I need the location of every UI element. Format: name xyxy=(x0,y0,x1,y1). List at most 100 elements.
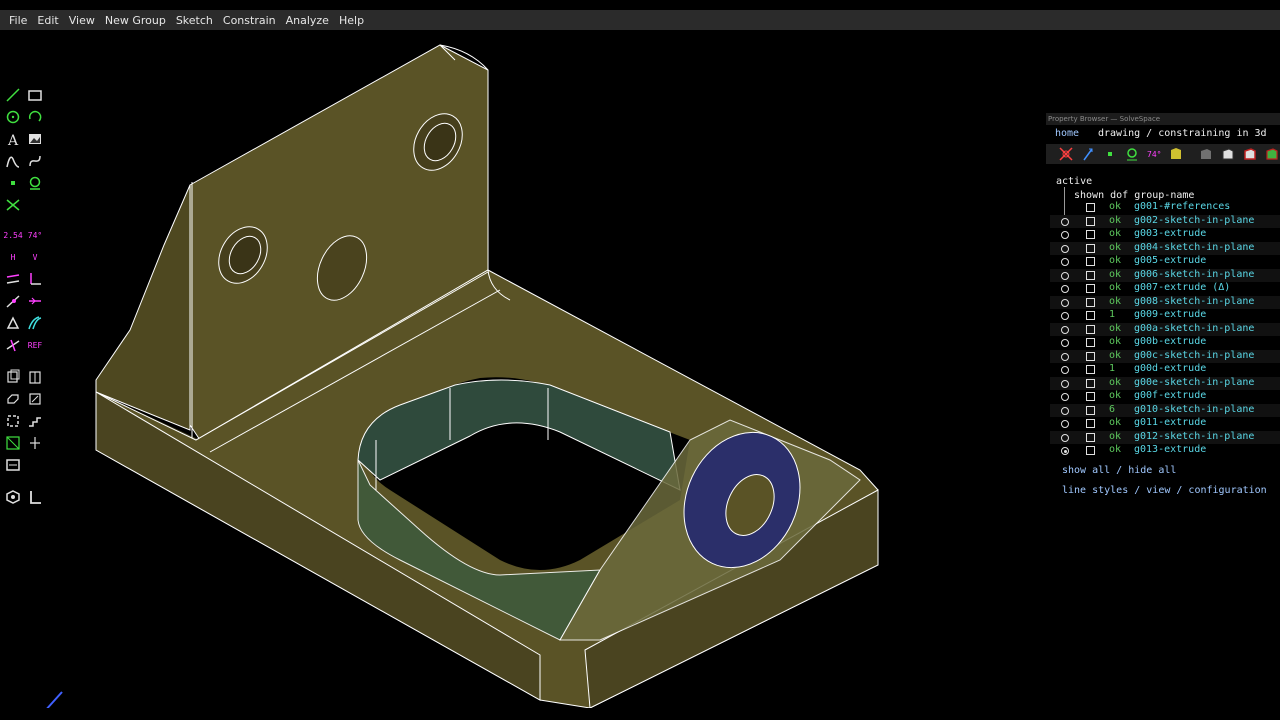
active-group-radio[interactable] xyxy=(1061,325,1069,334)
link-file-icon[interactable] xyxy=(4,456,22,474)
group-name-link[interactable]: g004-sketch-in-plane xyxy=(1134,242,1254,253)
circle-tool-icon[interactable] xyxy=(4,108,22,126)
group-name-link[interactable]: g00c-sketch-in-plane xyxy=(1134,350,1254,361)
in-workplane-icon[interactable] xyxy=(4,434,22,452)
arc-tool-icon[interactable] xyxy=(26,108,44,126)
bezier-tool-icon[interactable] xyxy=(26,152,44,170)
group-row[interactable]: ok g008-sketch-in-plane xyxy=(1050,295,1280,309)
nearest-iso-icon[interactable] xyxy=(4,488,22,506)
show-constraints-icon[interactable]: 74° xyxy=(1146,146,1162,162)
shown-checkbox[interactable] xyxy=(1086,324,1095,334)
group-row[interactable]: ok g011-extrude xyxy=(1050,417,1280,431)
tangent-arc-tool-icon[interactable] xyxy=(4,152,22,170)
group-name-link[interactable]: g009-extrude xyxy=(1134,309,1206,320)
menu-constrain[interactable]: Constrain xyxy=(218,14,281,27)
menu-view[interactable]: View xyxy=(64,14,100,27)
active-group-radio[interactable] xyxy=(1061,352,1069,361)
shown-checkbox[interactable] xyxy=(1086,405,1095,415)
vertical-constraint-icon[interactable]: V xyxy=(26,248,44,266)
group-row[interactable]: ok g00f-extrude xyxy=(1050,390,1280,404)
step-rotate-icon[interactable] xyxy=(4,412,22,430)
home-link[interactable]: home xyxy=(1055,128,1079,139)
group-name-link[interactable]: g013-extrude xyxy=(1134,444,1206,455)
menu-sketch[interactable]: Sketch xyxy=(171,14,218,27)
split-curves-icon[interactable] xyxy=(4,196,22,214)
show-faces-icon[interactable] xyxy=(1168,146,1184,162)
active-group-radio[interactable] xyxy=(1061,285,1069,293)
group-row[interactable]: ok g003-extrude xyxy=(1050,228,1280,242)
lathe-group-icon[interactable] xyxy=(26,368,44,386)
group-name-link[interactable]: g008-sketch-in-plane xyxy=(1134,296,1254,307)
group-row[interactable]: ok g002-sketch-in-plane xyxy=(1050,214,1280,228)
shown-checkbox[interactable] xyxy=(1086,446,1095,455)
group-name-link[interactable]: g00a-sketch-in-plane xyxy=(1134,323,1254,334)
shown-checkbox[interactable] xyxy=(1086,257,1095,266)
group-row[interactable]: 1 g00d-extrude xyxy=(1050,363,1280,377)
shown-checkbox[interactable] xyxy=(1086,378,1095,388)
line-styles-view-configuration-links[interactable]: line styles / view / configuration xyxy=(1062,485,1267,496)
active-group-radio[interactable] xyxy=(1061,244,1069,253)
shown-checkbox[interactable] xyxy=(1086,311,1095,320)
group-row[interactable]: ok g00e-sketch-in-plane xyxy=(1050,376,1280,390)
group-name-link[interactable]: g003-extrude xyxy=(1134,228,1206,239)
show-edges-icon[interactable] xyxy=(1220,146,1236,162)
distance-constraint-icon[interactable]: 2.54 xyxy=(3,226,22,244)
group-row[interactable]: 1 g009-extrude xyxy=(1050,309,1280,323)
active-group-radio[interactable] xyxy=(1061,271,1069,280)
shown-checkbox[interactable] xyxy=(1086,365,1095,374)
point-tool-icon[interactable] xyxy=(4,174,22,192)
show-shaded-icon[interactable] xyxy=(1198,146,1214,162)
group-name-link[interactable]: g010-sketch-in-plane xyxy=(1134,404,1254,415)
on-entity-constraint-icon[interactable] xyxy=(4,292,22,310)
group-name-link[interactable]: g012-sketch-in-plane xyxy=(1134,431,1254,442)
group-row[interactable]: 6 g010-sketch-in-plane xyxy=(1050,403,1280,417)
active-group-radio[interactable] xyxy=(1061,258,1069,266)
show-construction-icon[interactable] xyxy=(1124,146,1140,162)
shown-checkbox[interactable] xyxy=(1086,419,1095,428)
symmetric-constraint-icon[interactable] xyxy=(26,292,44,310)
group-row[interactable]: ok g00c-sketch-in-plane xyxy=(1050,349,1280,363)
workplane-tool-icon[interactable] xyxy=(26,174,44,192)
angle-constraint-icon[interactable]: 74° xyxy=(26,226,44,244)
parallel-constraint-icon[interactable] xyxy=(4,270,22,288)
rectangle-tool-icon[interactable] xyxy=(26,86,44,104)
group-name-link[interactable]: g001-#references xyxy=(1134,201,1230,212)
group-name-link[interactable]: g007-extrude (Δ) xyxy=(1134,282,1230,293)
show-outlines-icon[interactable] xyxy=(1242,146,1258,162)
revolve-group-icon[interactable] xyxy=(4,390,22,408)
active-group-radio[interactable] xyxy=(1061,433,1069,442)
show-all-hide-all-link[interactable]: show all / hide all xyxy=(1062,465,1176,476)
shown-checkbox[interactable] xyxy=(1086,392,1095,401)
equal-constraint-icon[interactable] xyxy=(4,314,22,332)
active-group-radio[interactable] xyxy=(1061,406,1069,415)
shown-checkbox[interactable] xyxy=(1086,216,1095,226)
shown-checkbox[interactable] xyxy=(1086,230,1095,239)
group-name-link[interactable]: g005-extrude xyxy=(1134,255,1206,266)
group-row[interactable]: ok g012-sketch-in-plane xyxy=(1050,430,1280,444)
show-workplanes-icon[interactable] xyxy=(1058,146,1074,162)
group-name-link[interactable]: g00b-extrude xyxy=(1134,336,1206,347)
group-row[interactable]: ok g005-extrude xyxy=(1050,255,1280,269)
group-row[interactable]: ok g006-sketch-in-plane xyxy=(1050,268,1280,282)
active-group-radio[interactable] xyxy=(1061,217,1069,226)
group-name-link[interactable]: g00f-extrude xyxy=(1134,390,1206,401)
active-group-radio[interactable] xyxy=(1061,339,1069,347)
image-tool-icon[interactable] xyxy=(26,130,44,148)
active-group-radio[interactable] xyxy=(1061,366,1069,374)
helix-group-icon[interactable] xyxy=(26,390,44,408)
group-name-link[interactable]: g002-sketch-in-plane xyxy=(1134,215,1254,226)
shown-checkbox[interactable] xyxy=(1086,297,1095,307)
shown-checkbox[interactable] xyxy=(1086,432,1095,442)
line-tool-icon[interactable] xyxy=(4,86,22,104)
menu-help[interactable]: Help xyxy=(334,14,369,27)
group-name-link[interactable]: g00d-extrude xyxy=(1134,363,1206,374)
active-group-radio[interactable] xyxy=(1061,393,1069,401)
show-mesh-icon[interactable] xyxy=(1264,146,1280,162)
shown-checkbox[interactable] xyxy=(1086,284,1095,293)
show-normals-icon[interactable] xyxy=(1080,146,1096,162)
group-row[interactable]: ok g00b-extrude xyxy=(1050,336,1280,350)
active-group-radio[interactable] xyxy=(1061,312,1069,320)
active-group-radio[interactable] xyxy=(1061,231,1069,239)
perpendicular-constraint-icon[interactable] xyxy=(26,270,44,288)
menu-file[interactable]: File xyxy=(4,14,32,27)
